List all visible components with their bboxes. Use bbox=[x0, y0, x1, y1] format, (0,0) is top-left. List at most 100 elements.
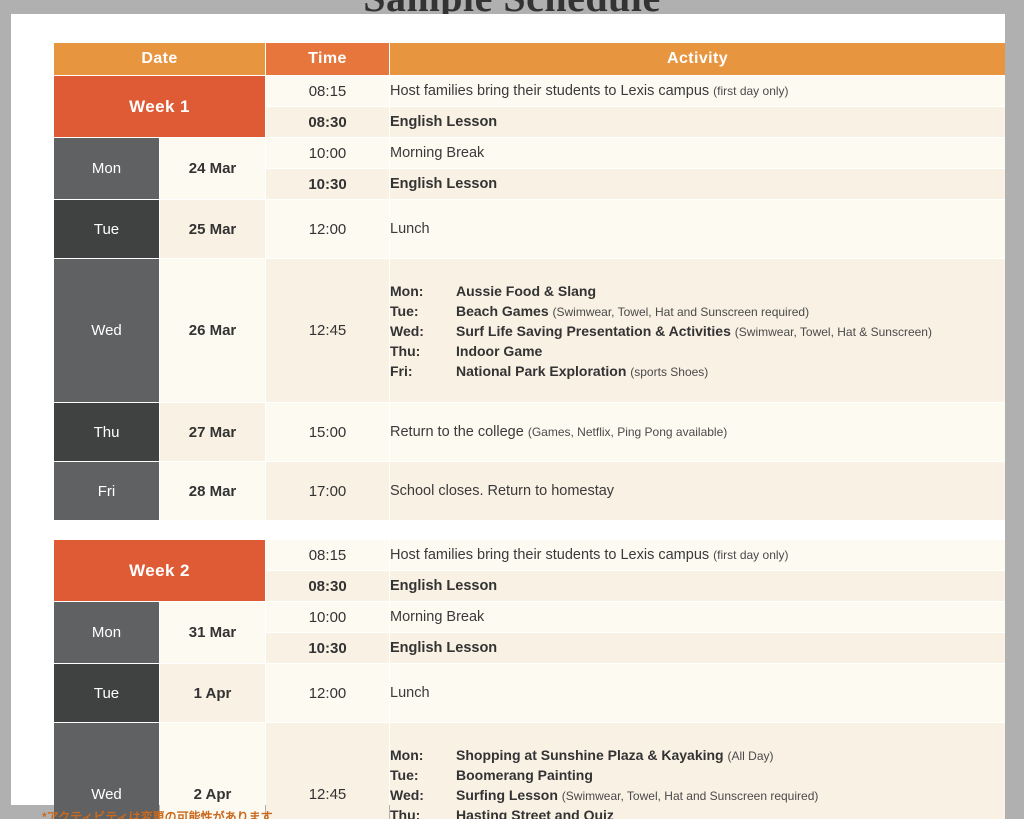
week-gap bbox=[54, 521, 1005, 539]
time-cell: 12:45 bbox=[266, 723, 389, 819]
time-cell: 12:45 bbox=[266, 259, 389, 402]
time-cell: 17:00 bbox=[266, 462, 389, 520]
table-row: Week 2 08:15 Host families bring their stu… bbox=[54, 540, 1005, 601]
table-row: Tue 25 Mar 12:00 Lunch bbox=[54, 200, 1005, 258]
daily-activity-text: Aussie Food & Slang bbox=[456, 282, 597, 299]
table-header-row: Date Time Activity bbox=[54, 43, 1005, 75]
time-cell: 10:00 bbox=[266, 602, 389, 632]
activity-note: (Games, Netflix, Ping Pong available) bbox=[527, 425, 728, 439]
date-cell: 1 Apr bbox=[160, 664, 265, 722]
activity-cell: Morning Break bbox=[390, 138, 1005, 168]
daily-activity-text: Hasting Street and Quiz bbox=[456, 806, 614, 819]
schedule-sheet: Date Time Activity Week 1 08:15 Host families… bbox=[11, 14, 1005, 819]
activity-cell: Morning Break bbox=[390, 602, 1005, 632]
date-cell: 28 Mar bbox=[160, 462, 265, 520]
time-cell: 12:00 bbox=[266, 664, 389, 722]
daily-activity-row: Wed: Surf Life Saving Presentation & Acti… bbox=[390, 321, 1005, 341]
activity-cell: Host families bring their students to Le… bbox=[390, 540, 1005, 570]
day-name-cell: Thu bbox=[54, 403, 159, 461]
date-cell: 24 Mar bbox=[160, 138, 265, 199]
daily-activity-row: Thu: Indoor Game bbox=[390, 341, 1005, 361]
header-activity: Activity bbox=[390, 43, 1005, 75]
daily-activity-text: Surfing Lesson (Swimwear, Towel, Hat and… bbox=[456, 786, 819, 803]
daily-activity-row: Tue: Boomerang Painting bbox=[390, 765, 1005, 785]
daily-activity-day: Wed: bbox=[390, 786, 424, 803]
time-cell: 10:30 bbox=[266, 633, 389, 663]
activity-note: (first day only) bbox=[713, 548, 789, 562]
daily-activity-text: Beach Games (Swimwear, Towel, Hat and Su… bbox=[456, 302, 810, 319]
daily-activity-note: (Swimwear, Towel, Hat & Sunscreen) bbox=[734, 324, 932, 339]
daily-activity-text: Shopping at Sunshine Plaza & Kayaking (A… bbox=[456, 746, 774, 763]
activity-note: (first day only) bbox=[713, 84, 789, 98]
activity-cell: English Lesson bbox=[390, 169, 1005, 199]
header-time: Time bbox=[266, 43, 389, 75]
day-name-cell: Tue bbox=[54, 664, 159, 722]
daily-activity-note: (Swimwear, Towel, Hat and Sunscreen requ… bbox=[561, 788, 819, 803]
date-cell: 2 Apr bbox=[160, 723, 265, 819]
header-date: Date bbox=[54, 43, 265, 75]
date-cell: 31 Mar bbox=[160, 602, 265, 663]
schedule-page: Sample Schedule DateTimeActivityWeek 108… bbox=[0, 0, 1024, 819]
activity-cell: Host families bring their students to Le… bbox=[390, 76, 1005, 106]
daily-activity-text: National Park Exploration (sports Shoes) bbox=[456, 362, 709, 379]
time-cell: 08:30 bbox=[266, 571, 389, 601]
table-row: Wed 2 Apr 12:45 Mon: Shopping at Sunshine Pl… bbox=[54, 723, 1005, 819]
daily-activity-day: Tue: bbox=[390, 766, 419, 783]
daily-activity-note: (sports Shoes) bbox=[630, 364, 709, 379]
activity-cell: Mon: Aussie Food & Slang Tue: Beach Games (… bbox=[390, 259, 1005, 402]
time-cell: 08:30 bbox=[266, 107, 389, 137]
time-cell: 08:15 bbox=[266, 76, 389, 106]
table-row: Tue 1 Apr 12:00 Lunch bbox=[54, 664, 1005, 722]
footnote: *アクティビティは変更の可能性があります bbox=[42, 810, 273, 819]
week-banner: Week 1 bbox=[54, 76, 265, 137]
time-cell: 08:15 bbox=[266, 540, 389, 570]
daily-activity-text: Surf Life Saving Presentation & Activiti… bbox=[456, 322, 932, 339]
table-row: Mon 31 Mar 10:00 Morning Break bbox=[54, 602, 1005, 663]
table-row: Wed 26 Mar 12:45 Mon: Aussie Food & Slang Tue… bbox=[54, 259, 1005, 402]
daily-activity-list: Mon: Shopping at Sunshine Plaza & Kayakin… bbox=[390, 745, 1005, 819]
table-row: Mon 24 Mar 10:00 Morning Break bbox=[54, 138, 1005, 199]
daily-activity-day: Thu: bbox=[390, 342, 421, 359]
activity-cell: Return to the college (Games, Netflix, P… bbox=[390, 403, 1005, 461]
daily-activity-text: Boomerang Painting bbox=[456, 766, 593, 783]
activity-cell: English Lesson bbox=[390, 571, 1005, 601]
activity-cell: Lunch bbox=[390, 200, 1005, 258]
table-row: Thu 27 Mar 15:00 Return to the college (Gam… bbox=[54, 403, 1005, 461]
activity-cell: English Lesson bbox=[390, 633, 1005, 663]
daily-activity-row: Mon: Shopping at Sunshine Plaza & Kayakin… bbox=[390, 745, 1005, 765]
time-cell: 10:00 bbox=[266, 138, 389, 168]
date-cell: 27 Mar bbox=[160, 403, 265, 461]
day-name-cell: Wed bbox=[54, 723, 159, 819]
activity-cell: School closes. Return to homestay bbox=[390, 462, 1005, 520]
daily-activity-row: Wed: Surfing Lesson (Swimwear, Towel, Hat… bbox=[390, 785, 1005, 805]
daily-activity-day: Wed: bbox=[390, 322, 424, 339]
date-cell: 26 Mar bbox=[160, 259, 265, 402]
time-cell: 15:00 bbox=[266, 403, 389, 461]
time-cell: 12:00 bbox=[266, 200, 389, 258]
date-cell: 25 Mar bbox=[160, 200, 265, 258]
daily-activity-note: (Swimwear, Towel, Hat and Sunscreen requ… bbox=[552, 304, 810, 319]
day-name-cell: Mon bbox=[54, 138, 159, 199]
table-row: Week 1 08:15 Host families bring their stu… bbox=[54, 76, 1005, 137]
day-name-cell: Fri bbox=[54, 462, 159, 520]
daily-activity-day: Fri: bbox=[390, 362, 413, 379]
daily-activity-day: Thu: bbox=[390, 806, 421, 819]
daily-activity-list: Mon: Aussie Food & Slang Tue: Beach Games (… bbox=[390, 281, 1005, 381]
schedule-table: Date Time Activity Week 1 08:15 Host families… bbox=[53, 42, 1006, 819]
daily-activity-row: Mon: Aussie Food & Slang bbox=[390, 281, 1005, 301]
daily-activity-row: Thu: Hasting Street and Quiz bbox=[390, 805, 1005, 819]
daily-activity-day: Mon: bbox=[390, 746, 424, 763]
schedule-table-container: Date Time Activity Week 1 08:15 Host families… bbox=[53, 42, 1006, 819]
daily-activity-note: (All Day) bbox=[727, 748, 774, 763]
day-name-cell: Wed bbox=[54, 259, 159, 402]
activity-cell: Lunch bbox=[390, 664, 1005, 722]
daily-activity-day: Tue: bbox=[390, 302, 419, 319]
day-name-cell: Tue bbox=[54, 200, 159, 258]
activity-cell: English Lesson bbox=[390, 107, 1005, 137]
activity-cell: Mon: Shopping at Sunshine Plaza & Kayakin… bbox=[390, 723, 1005, 819]
time-cell: 10:30 bbox=[266, 169, 389, 199]
daily-activity-day: Mon: bbox=[390, 282, 424, 299]
day-name-cell: Mon bbox=[54, 602, 159, 663]
daily-activity-row: Fri: National Park Exploration (sports Sh… bbox=[390, 361, 1005, 381]
daily-activity-text: Indoor Game bbox=[456, 342, 543, 359]
